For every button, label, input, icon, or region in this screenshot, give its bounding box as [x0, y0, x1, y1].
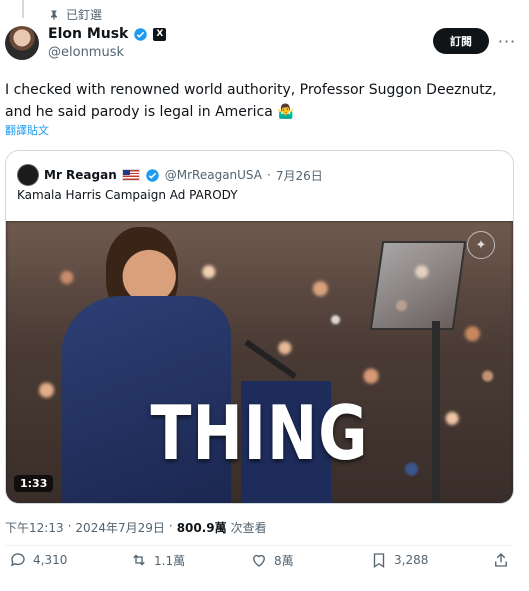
view-count: 800.9萬	[176, 521, 227, 535]
bookmark-button[interactable]: 3,288	[370, 551, 428, 569]
more-icon[interactable]: ···	[497, 31, 517, 51]
repost-icon	[133, 554, 145, 566]
divider	[5, 545, 512, 546]
author-info: Elon Musk X @elonmusk	[48, 26, 167, 60]
video-caption: THING	[150, 390, 369, 478]
quote-avatar[interactable]	[17, 164, 39, 186]
flag-icon	[121, 169, 140, 181]
tweet-text: I checked with renowned world authority,…	[5, 82, 497, 120]
quoted-tweet[interactable]: Mr Reagan @MrReaganUSA · 7月26日 Kamala Ha…	[5, 150, 514, 504]
like-count: 8萬	[274, 553, 294, 568]
verified-icon[interactable]	[145, 168, 160, 183]
repost-count: 1.1萬	[154, 553, 186, 568]
tweet-time[interactable]: 下午12:13	[5, 519, 64, 536]
quote-handle[interactable]: @MrReaganUSA	[165, 168, 262, 182]
video-player[interactable]: ✦ THING 1:33	[6, 221, 513, 503]
share-button[interactable]	[492, 551, 510, 569]
pinned-indicator: 已釘選	[48, 6, 102, 23]
pin-icon	[51, 10, 57, 20]
quote-date[interactable]: 7月26日	[276, 167, 323, 184]
view-label: 次查看	[230, 521, 267, 535]
author-handle[interactable]: @elonmusk	[48, 45, 166, 60]
pinned-label: 已釘選	[66, 8, 103, 22]
thread-line	[22, 0, 24, 18]
verified-icon[interactable]	[133, 27, 148, 42]
meta-separator: ·	[67, 519, 72, 533]
quote-author-name[interactable]: Mr Reagan	[44, 168, 117, 182]
tweet-meta: 下午12:13 · 2024年7月29日 · 800.9萬 次查看	[5, 519, 267, 536]
like-icon	[253, 554, 265, 567]
subscribe-button[interactable]: 訂閱	[433, 28, 489, 54]
reply-icon	[10, 553, 25, 567]
avatar[interactable]	[5, 26, 39, 60]
like-button[interactable]: 8萬	[250, 551, 294, 569]
share-icon	[495, 553, 507, 567]
quote-text: Kamala Harris Campaign Ad PARODY	[17, 188, 238, 202]
repost-button[interactable]: 1.1萬	[130, 551, 185, 569]
video-duration: 1:33	[14, 475, 54, 492]
reply-count: 4,310	[33, 553, 68, 567]
tweet-date[interactable]: 2024年7月29日	[75, 519, 164, 536]
x-badge-icon: X	[153, 27, 167, 41]
quote-header: Mr Reagan @MrReaganUSA · 7月26日	[17, 164, 323, 186]
bookmark-icon	[373, 553, 385, 569]
author-name[interactable]: Elon Musk	[48, 26, 128, 42]
teleprompter	[369, 241, 467, 330]
bookmark-count: 3,288	[394, 553, 429, 567]
reply-button[interactable]: 4,310	[9, 551, 67, 569]
translate-link[interactable]: 翻譯貼文	[5, 122, 49, 138]
quote-separator: ·	[266, 168, 271, 182]
meta-separator: ·	[168, 519, 173, 533]
seal-watermark-icon: ✦	[467, 231, 495, 259]
